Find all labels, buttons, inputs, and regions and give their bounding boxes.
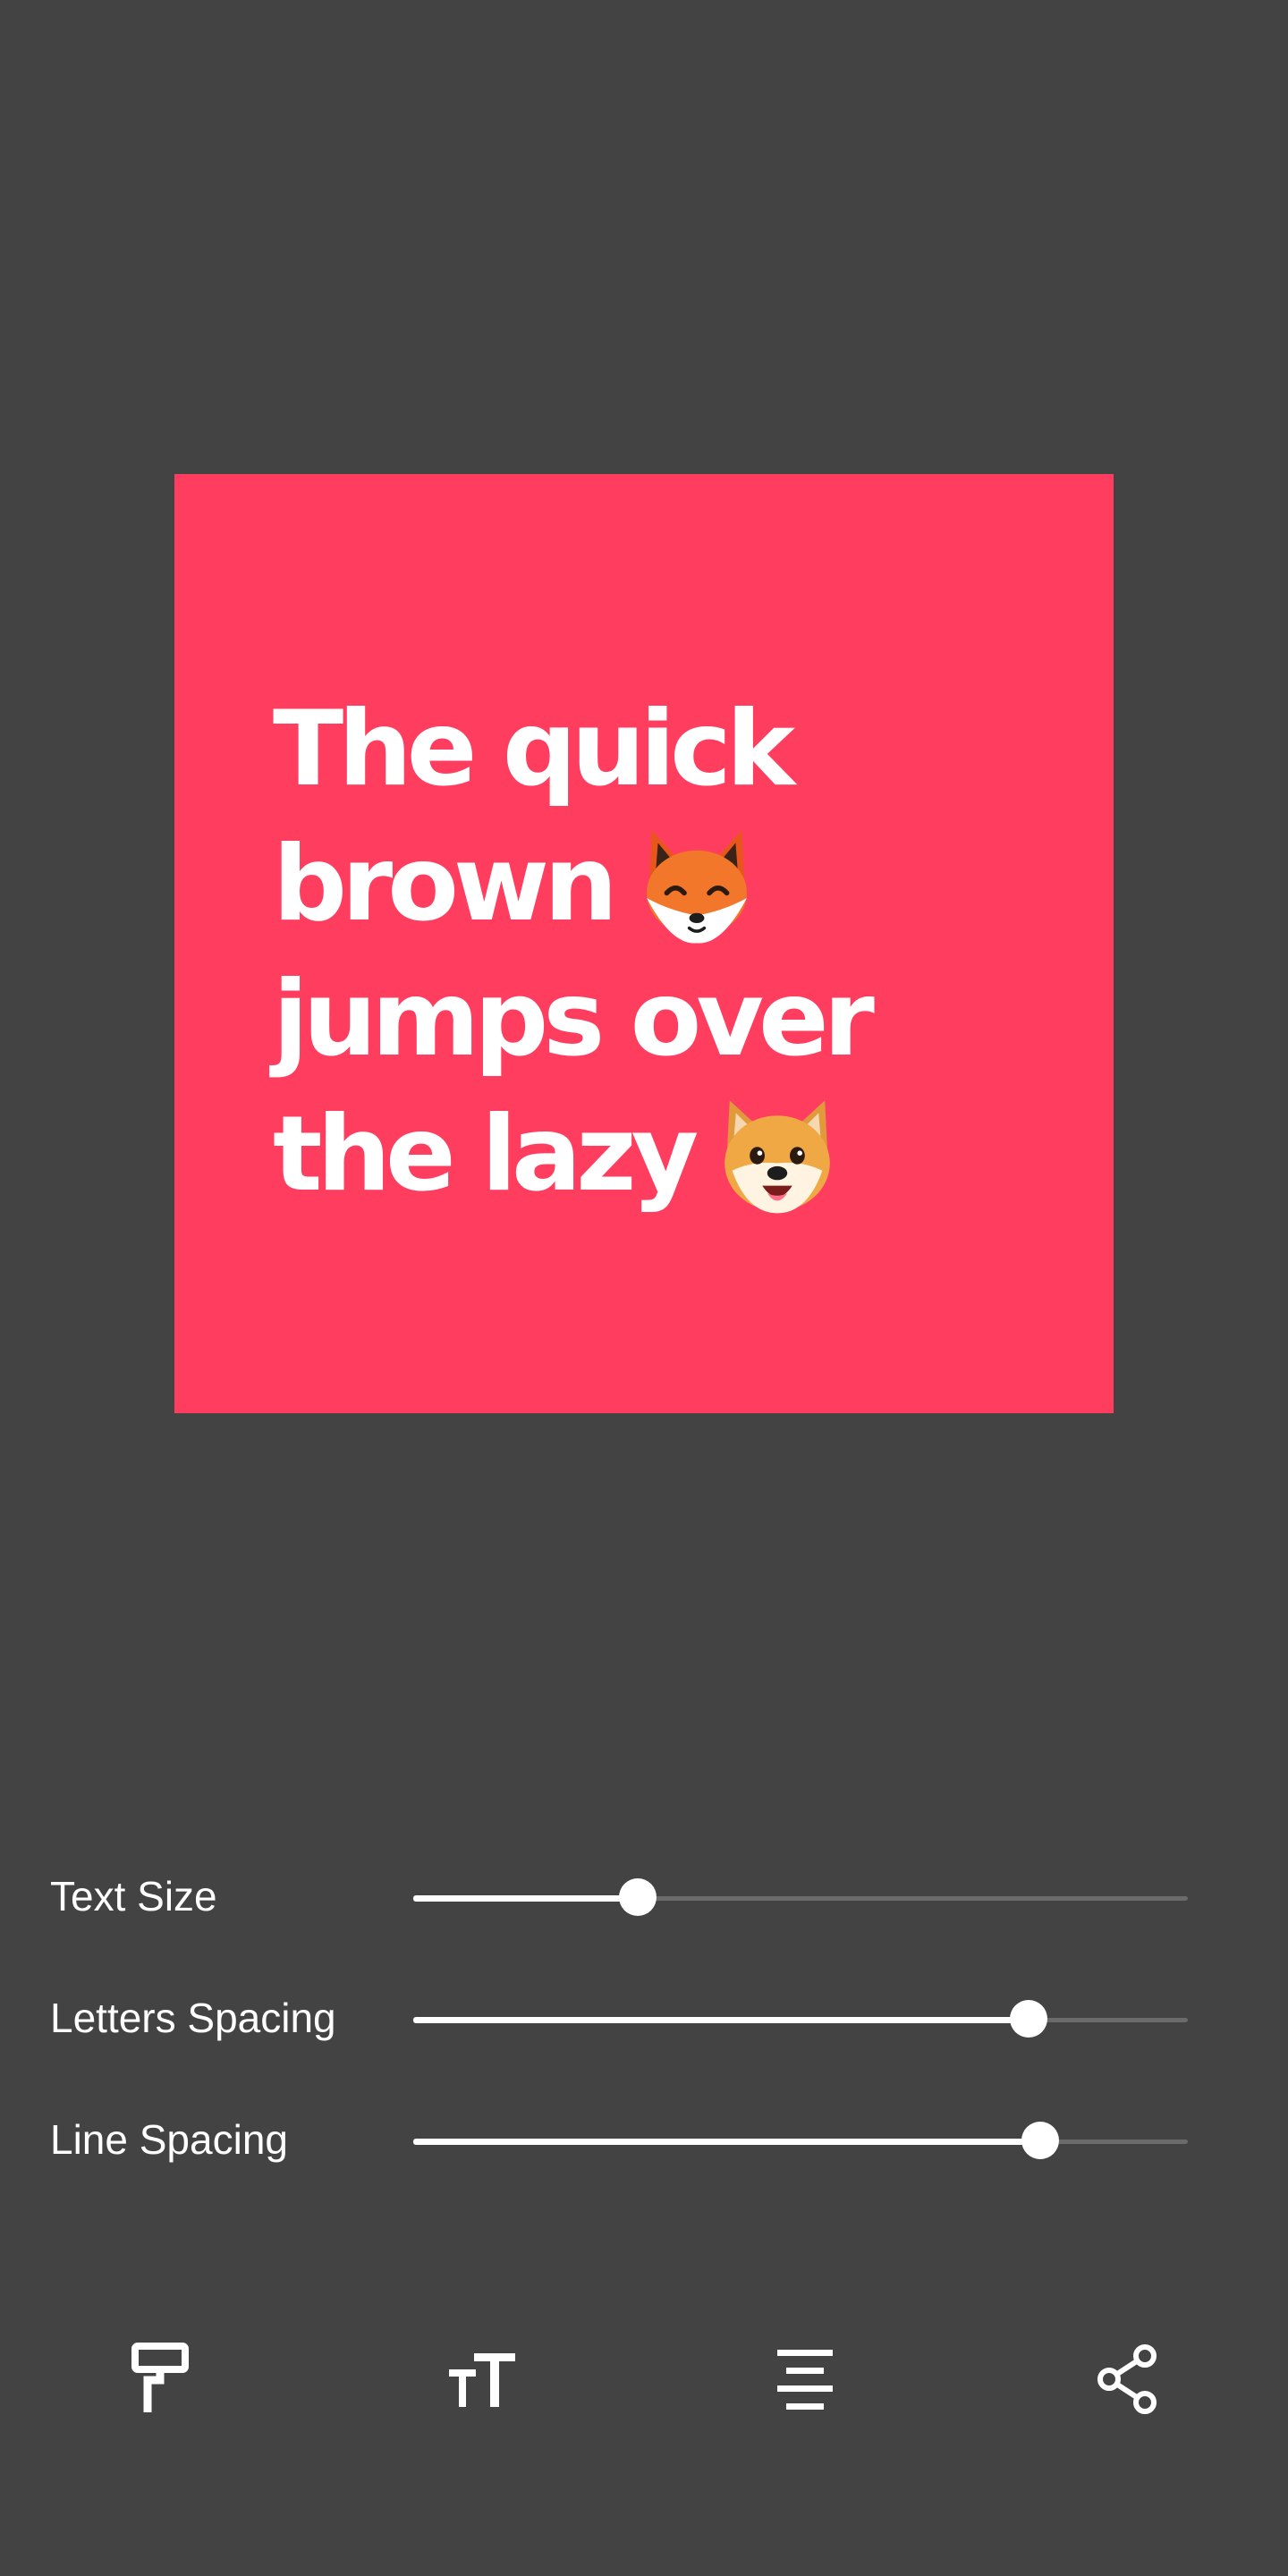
paint-roller-icon	[131, 2343, 189, 2412]
bottom-toolbar	[0, 2308, 1288, 2451]
slider-thumb[interactable]	[1010, 2000, 1048, 2038]
letters-spacing-label: Letters Spacing	[50, 1995, 336, 2041]
background-style-button[interactable]	[117, 2334, 207, 2424]
canvas-text[interactable]: The quick brown jumps over the lazy	[273, 682, 988, 1222]
text-align-button[interactable]	[760, 2334, 850, 2424]
fox-face-emoji	[646, 830, 747, 944]
share-icon	[1097, 2344, 1157, 2414]
text-size-label: Text Size	[50, 1873, 217, 1919]
canvas-line: jumps over	[273, 952, 988, 1087]
canvas-line: the lazy	[273, 1087, 988, 1222]
line-spacing-slider[interactable]	[413, 2122, 1188, 2159]
share-button[interactable]	[1082, 2334, 1172, 2424]
line-spacing-label: Line Spacing	[50, 2116, 288, 2163]
canvas-line-text: jumps over	[273, 959, 875, 1080]
slider-thumb[interactable]	[619, 1878, 657, 1916]
canvas-line: The quick	[273, 682, 988, 817]
line-spacing-control: Line Spacing	[0, 2104, 1288, 2175]
slider-fill	[413, 2017, 1030, 2023]
text-canvas[interactable]: The quick brown jumps over the lazy	[174, 474, 1114, 1413]
canvas-line-text: the lazy	[273, 1094, 699, 1215]
canvas-line: brown	[273, 817, 988, 952]
slider-fill	[413, 1895, 639, 1902]
canvas-line-text: brown	[273, 824, 618, 945]
letters-spacing-slider[interactable]	[413, 2000, 1188, 2038]
align-center-icon	[777, 2350, 833, 2410]
text-size-slider[interactable]	[413, 1878, 1188, 1916]
text-size-button[interactable]	[438, 2334, 528, 2424]
editor-screen: The quick brown jumps over the lazy Text…	[0, 0, 1288, 2576]
letters-spacing-control: Letters Spacing	[0, 1982, 1288, 2054]
dog-face-emoji	[724, 1100, 831, 1214]
text-size-control: Text Size	[0, 1860, 1288, 1932]
slider-thumb[interactable]	[1021, 2122, 1060, 2159]
text-size-icon	[449, 2353, 515, 2407]
canvas-line-text: The quick	[273, 689, 795, 809]
slider-fill	[413, 2139, 1041, 2145]
